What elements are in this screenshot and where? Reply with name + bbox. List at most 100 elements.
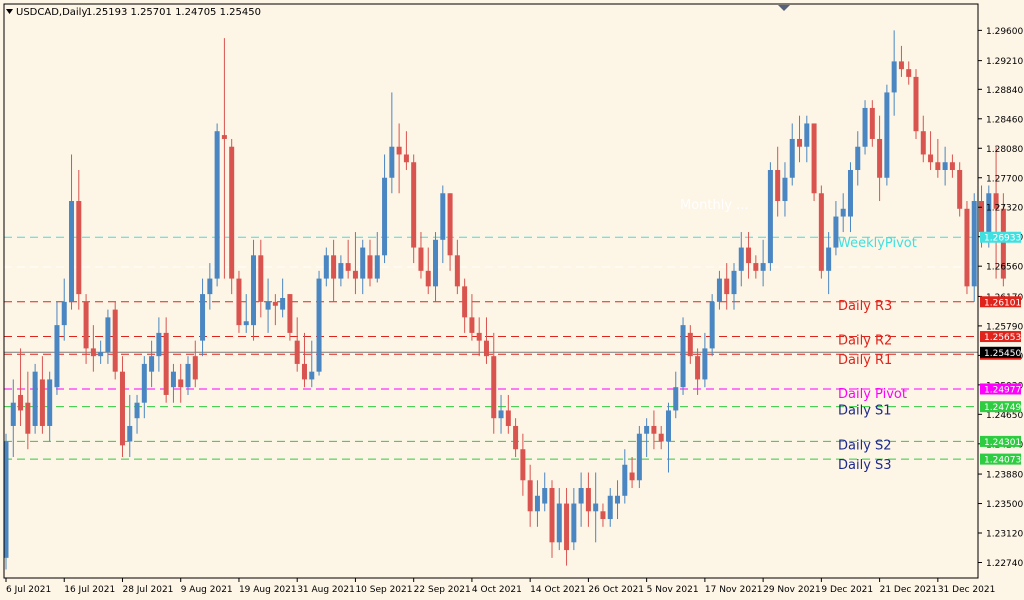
candle-body	[615, 495, 621, 504]
candle-body	[928, 154, 934, 163]
candle-body	[818, 193, 824, 271]
level-price-tag-text: 1.24977	[984, 385, 1021, 395]
candle-body	[891, 61, 897, 93]
x-tick-label: 19 Aug 2021	[239, 585, 297, 595]
candle-body	[61, 301, 67, 326]
y-tick-label: 1.26560	[986, 263, 1023, 273]
candle-body	[716, 278, 722, 302]
candle-body	[534, 495, 540, 512]
x-tick-label: 10 Sep 2021	[355, 585, 412, 595]
candle-body	[360, 247, 366, 279]
candle-body	[855, 146, 861, 170]
candle-body	[25, 402, 31, 434]
candle-body	[571, 503, 577, 543]
candle-body	[280, 297, 286, 310]
candle-body	[760, 263, 766, 271]
x-tick-label: 31 Aug 2021	[297, 585, 355, 595]
candle-body	[367, 255, 373, 279]
candle-body	[425, 270, 431, 287]
candle-body	[163, 332, 169, 395]
candle-body	[119, 371, 125, 446]
candle-body	[47, 379, 53, 426]
candle-body	[243, 321, 249, 326]
x-tick-label: 5 Nov 2021	[647, 585, 699, 595]
current-price-tag-text: 1.25450	[984, 349, 1021, 359]
level-price-tag-text: 1.26101	[984, 298, 1021, 308]
y-tick-label: 1.23500	[986, 500, 1023, 510]
candle-body	[702, 348, 708, 380]
x-tick-label: 29 Nov 2021	[763, 585, 821, 595]
price-chart[interactable]: Daily R3 Daily R2 Daily R1 Daily Pivot Daily…	[0, 0, 1024, 600]
x-tick-label: 4 Oct 2021	[472, 585, 522, 595]
candle-body	[200, 294, 206, 341]
candle-body	[651, 425, 657, 434]
candle-body	[323, 255, 329, 279]
candle-body	[251, 255, 257, 326]
candle-body	[316, 278, 322, 372]
chart-symbol: USDCAD,Daily	[16, 7, 87, 18]
candle-body	[294, 340, 300, 364]
level-label: WeeklyPivot	[838, 236, 917, 251]
candle-body	[433, 239, 439, 287]
candle-body	[746, 247, 752, 264]
candle-body	[782, 177, 788, 202]
candle-body	[345, 263, 351, 271]
candle-body	[301, 363, 307, 380]
level-label: Daily S2	[838, 438, 892, 453]
candle-body	[389, 146, 395, 178]
level-price-tag-text: 1.24301	[984, 438, 1021, 448]
candle-body	[192, 356, 198, 380]
candle-body	[789, 138, 795, 178]
candle-body	[564, 503, 570, 551]
candle-body	[374, 255, 380, 279]
candle-body	[352, 270, 358, 279]
candle-body	[542, 488, 548, 504]
candle-body	[498, 410, 504, 419]
level-label: Daily R3	[838, 299, 892, 314]
candle-body	[382, 177, 388, 256]
candle-body	[411, 162, 417, 248]
candle-body	[403, 154, 409, 163]
candle-body	[665, 410, 671, 442]
candle-body	[258, 255, 264, 302]
candle-body	[418, 247, 424, 271]
candle-body	[10, 402, 16, 426]
candle-body	[593, 503, 599, 512]
candle-body	[112, 309, 118, 372]
x-tick-label: 31 Dec 2021	[938, 585, 996, 595]
candle-body	[134, 402, 140, 419]
candle-body	[949, 162, 955, 170]
candle-body	[127, 425, 133, 442]
candle-body	[527, 480, 533, 512]
y-tick-label: 1.29600	[986, 27, 1023, 37]
candle-body	[724, 278, 730, 295]
candle-body	[957, 169, 963, 209]
x-tick-label: 16 Jul 2021	[64, 585, 115, 595]
candle-body	[491, 356, 497, 419]
candle-body	[942, 162, 948, 170]
candle-body	[229, 146, 235, 279]
y-tick-label: 1.23120	[986, 530, 1023, 540]
candle-body	[847, 169, 853, 217]
candle-body	[447, 193, 453, 256]
candle-body	[54, 325, 60, 388]
candle-body	[913, 76, 919, 132]
level-label: Daily R2	[838, 334, 892, 349]
candle-body	[39, 379, 45, 426]
level-price-tag-text: 1.25653	[984, 333, 1021, 343]
x-tick-label: 6 Jul 2021	[6, 585, 51, 595]
candle-body	[513, 425, 519, 450]
candle-body	[69, 201, 75, 302]
y-tick-label: 1.25790	[986, 322, 1023, 332]
level-price-tag-text: 1.24749	[984, 403, 1021, 413]
x-tick-label: 14 Oct 2021	[530, 585, 586, 595]
candle-body	[483, 340, 489, 357]
candle-body	[141, 363, 147, 403]
candle-body	[979, 201, 985, 233]
candle-body	[505, 410, 511, 426]
candle-body	[185, 363, 191, 388]
candle-body	[309, 371, 315, 380]
candle-body	[877, 138, 883, 178]
x-tick-label: 26 Oct 2021	[588, 585, 644, 595]
candle-body	[920, 131, 926, 155]
